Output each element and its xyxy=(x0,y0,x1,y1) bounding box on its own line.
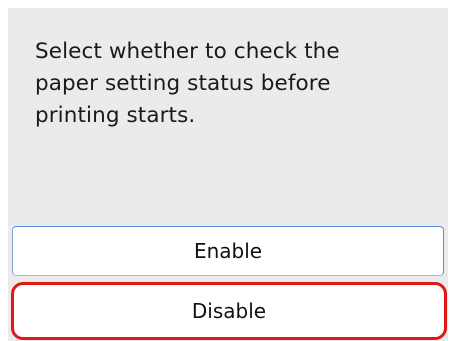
enable-button[interactable]: Enable xyxy=(12,226,444,276)
disable-button-label: Disable xyxy=(191,299,267,323)
enable-button-label: Enable xyxy=(193,239,263,263)
printer-screen: Select whether to check the paper settin… xyxy=(8,8,448,341)
prompt-message: Select whether to check the paper settin… xyxy=(35,39,340,128)
disable-button[interactable]: Disable xyxy=(11,282,447,340)
